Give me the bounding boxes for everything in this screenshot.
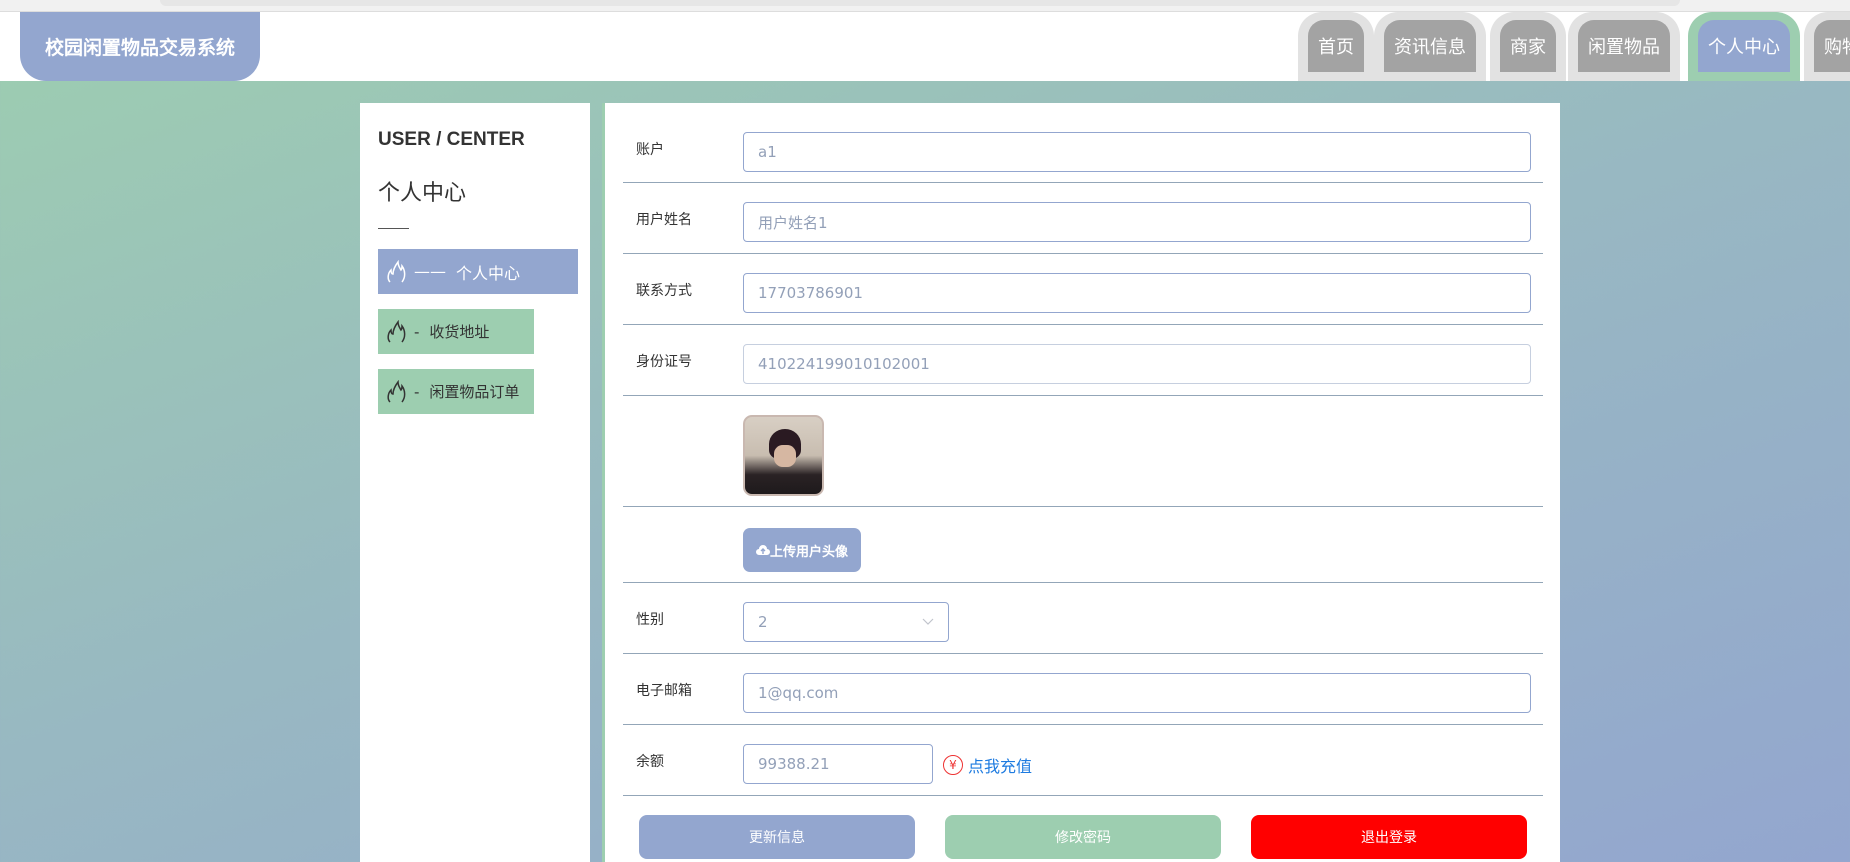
row-name: 用户姓名 用户姓名1 <box>623 183 1543 254</box>
change-password-button[interactable]: 修改密码 <box>945 815 1221 859</box>
balance-input[interactable]: 99388.21 <box>743 744 933 784</box>
row-gender: 性别 2 <box>623 583 1543 654</box>
row-avatar <box>623 396 1543 507</box>
recharge-label: 点我充值 <box>968 757 1033 776</box>
menu-prefix: - <box>414 322 420 341</box>
upload-label: 上传用户头像 <box>769 544 848 560</box>
row-idcard: 身份证号 410224199010102001 <box>623 325 1543 396</box>
flame-icon <box>387 259 406 283</box>
label-balance: 余额 <box>636 754 664 770</box>
sidebar-title-en: USER / CENTER <box>378 129 525 150</box>
menu-prefix: —— <box>414 262 446 281</box>
sidebar-item-orders[interactable]: - 闲置物品订单 <box>378 369 534 414</box>
yuan-icon: ¥ <box>943 755 963 775</box>
label-phone: 联系方式 <box>636 283 692 299</box>
menu-label: 闲置物品订单 <box>429 383 520 401</box>
nav-cart[interactable]: 购物车 <box>1804 12 1850 81</box>
nav-label: 闲置物品 <box>1578 20 1670 72</box>
label-gender: 性别 <box>636 612 664 628</box>
row-upload: 上传用户头像 <box>623 507 1543 583</box>
menu-label: 收货地址 <box>429 323 490 341</box>
gender-value: 2 <box>758 613 768 631</box>
nav-label: 购物车 <box>1814 20 1850 72</box>
nav-user-center[interactable]: 个人中心 <box>1688 12 1800 81</box>
menu-prefix: - <box>414 382 420 401</box>
logout-button[interactable]: 退出登录 <box>1251 815 1527 859</box>
nav-news[interactable]: 资讯信息 <box>1374 12 1486 81</box>
nav-label: 个人中心 <box>1698 20 1790 72</box>
profile-form: 账户 a1 用户姓名 用户姓名1 联系方式 17703786901 身份证号 4… <box>602 103 1560 862</box>
idcard-input[interactable]: 410224199010102001 <box>743 344 1531 384</box>
divider <box>378 228 409 229</box>
nav-merchant[interactable]: 商家 <box>1490 12 1566 81</box>
avatar <box>743 415 824 496</box>
sidebar-title: 个人中心 <box>378 181 467 206</box>
row-account: 账户 a1 <box>623 103 1543 183</box>
recharge-link[interactable]: ¥ 点我充值 <box>943 753 1032 777</box>
account-input[interactable]: a1 <box>743 132 1531 172</box>
label-name: 用户姓名 <box>636 212 692 228</box>
nav-label: 首页 <box>1308 20 1364 72</box>
phone-input[interactable]: 17703786901 <box>743 273 1531 313</box>
row-email: 电子邮箱 1@qq.com <box>623 654 1543 725</box>
header: 校园闲置物品交易系统 首页 资讯信息 商家 闲置物品 个人中心 购物车 <box>0 12 1850 81</box>
sidebar-item-address[interactable]: - 收货地址 <box>378 309 534 354</box>
menu-label: 个人中心 <box>456 263 521 283</box>
upload-avatar-button[interactable]: 上传用户头像 <box>743 528 861 572</box>
row-balance: 余额 99388.21 ¥ 点我充值 <box>623 725 1543 796</box>
email-input[interactable]: 1@qq.com <box>743 673 1531 713</box>
browser-strip <box>0 0 1850 12</box>
flame-icon <box>387 379 406 403</box>
sidebar-item-user-center[interactable]: —— 个人中心 <box>378 249 578 294</box>
nav-idle-items[interactable]: 闲置物品 <box>1568 12 1680 81</box>
chevron-down-icon <box>922 618 934 625</box>
label-account: 账户 <box>636 142 664 158</box>
nav-home[interactable]: 首页 <box>1298 12 1374 81</box>
cloud-upload-icon <box>755 545 770 555</box>
nav-label: 商家 <box>1500 20 1556 72</box>
name-input[interactable]: 用户姓名1 <box>743 202 1531 242</box>
flame-icon <box>387 319 406 343</box>
gender-select[interactable]: 2 <box>743 602 949 642</box>
nav-label: 资讯信息 <box>1384 20 1476 72</box>
row-phone: 联系方式 17703786901 <box>623 254 1543 325</box>
sidebar: USER / CENTER 个人中心 —— 个人中心 - 收货地址 - 闲置物品… <box>360 103 590 862</box>
label-idcard: 身份证号 <box>636 354 692 370</box>
label-email: 电子邮箱 <box>636 683 692 699</box>
update-info-button[interactable]: 更新信息 <box>639 815 915 859</box>
site-title: 校园闲置物品交易系统 <box>20 12 260 81</box>
